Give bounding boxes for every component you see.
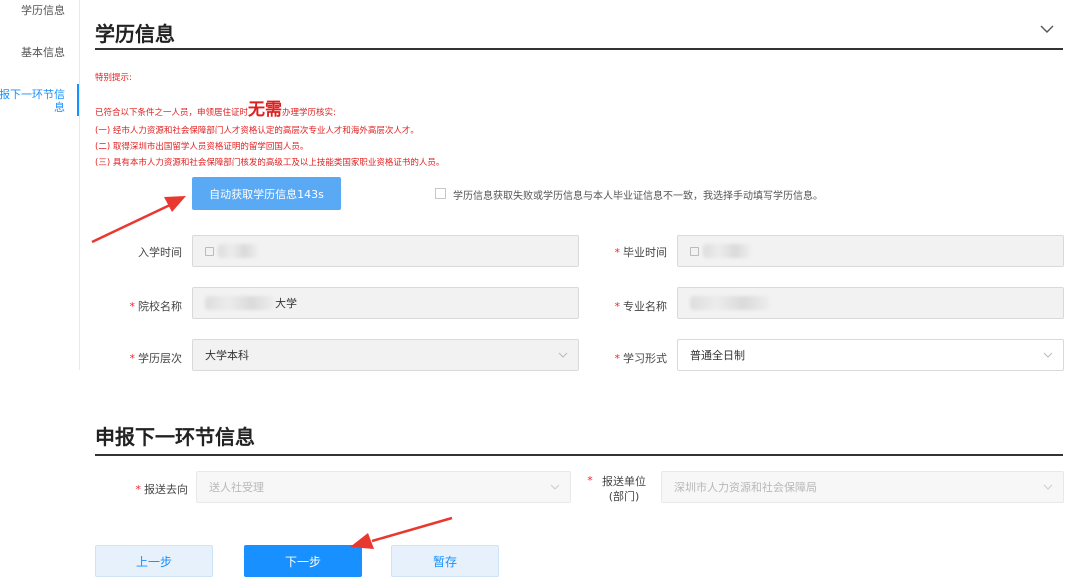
- sidebar-active-indicator: [77, 84, 79, 116]
- education-level-label: * 学历层次: [129, 352, 183, 365]
- chevron-down-icon: [1043, 484, 1053, 490]
- manual-fill-label[interactable]: 学历信息获取失败或学历信息与本人毕业证信息不一致，我选择手动填写学历信息。: [453, 187, 823, 202]
- graduate-date-field[interactable]: [677, 235, 1064, 267]
- sidebar-item-basic-info[interactable]: 基本信息: [21, 46, 65, 59]
- manual-fill-checkbox[interactable]: [435, 188, 446, 199]
- calendar-icon: [690, 246, 699, 256]
- send-to-label: * 报送去向: [135, 483, 189, 496]
- chevron-down-icon[interactable]: [1040, 24, 1054, 34]
- auto-fetch-education-button[interactable]: 自动获取学历信息143s: [192, 177, 341, 210]
- school-name-suffix: 大学: [275, 297, 297, 310]
- next-step-section-title: 申报下一环节信息: [95, 425, 255, 449]
- chevron-down-icon: [550, 484, 560, 490]
- notice-item-2: (二) 取得深圳市出国留学人员资格证明的留学回国人员。: [95, 142, 309, 152]
- section-divider: [95, 454, 1063, 456]
- notice-intro: 已符合以下条件之一人员，申领居住证时无需办理学历核实:: [95, 95, 336, 120]
- chevron-down-icon: [1043, 352, 1053, 358]
- sidebar-item-next-step[interactable]: 报下一环节信息: [0, 88, 65, 114]
- send-unit-select[interactable]: 深圳市人力资源和社会保障局: [661, 471, 1064, 503]
- enroll-date-label: 入学时间: [138, 246, 182, 259]
- education-section-title: 学历信息: [95, 22, 175, 46]
- redacted-value: [703, 244, 751, 258]
- next-step-button[interactable]: 下一步: [244, 545, 362, 577]
- education-level-select[interactable]: 大学本科: [192, 339, 579, 371]
- school-name-field[interactable]: 大学: [192, 287, 579, 319]
- redacted-value: [218, 244, 258, 258]
- sidebar-item-education[interactable]: 学历信息: [21, 4, 65, 17]
- save-draft-button[interactable]: 暂存: [391, 545, 499, 577]
- notice-emphasis: 无需: [248, 100, 283, 120]
- study-mode-select[interactable]: 普通全日制: [677, 339, 1064, 371]
- enroll-date-field[interactable]: [192, 235, 579, 267]
- school-name-label: * 院校名称: [129, 300, 183, 313]
- study-mode-label: * 学习形式: [614, 352, 668, 365]
- notice-heading: 特别提示:: [95, 73, 132, 83]
- graduate-date-label: * 毕业时间: [614, 246, 668, 259]
- send-to-select[interactable]: 送人社受理: [196, 471, 571, 503]
- redacted-value: [205, 296, 275, 310]
- major-name-label: * 专业名称: [614, 300, 668, 313]
- calendar-icon: [205, 246, 214, 256]
- notice-item-1: (一) 经市人力资源和社会保障部门人才资格认定的高层次专业人才和海外高层次人才。: [95, 126, 419, 136]
- previous-step-button[interactable]: 上一步: [95, 545, 213, 577]
- chevron-down-icon: [558, 352, 568, 358]
- section-divider: [95, 48, 1063, 50]
- notice-intro-before: 已符合以下条件之一人员，申领居住证时: [95, 108, 249, 118]
- redacted-value: [690, 296, 770, 310]
- send-unit-label: 报送单位 (部门): [602, 475, 646, 503]
- sidebar: 学历信息 基本信息 报下一环节信息: [0, 0, 80, 370]
- annotation-arrow-auto-fetch: [91, 196, 186, 244]
- notice-item-3: (三) 具有本市人力资源和社会保障部门核发的高级工及以上技能类国家职业资格证书的…: [95, 158, 445, 168]
- major-name-field[interactable]: [677, 287, 1064, 319]
- notice-intro-after: 办理学历核实:: [282, 108, 336, 118]
